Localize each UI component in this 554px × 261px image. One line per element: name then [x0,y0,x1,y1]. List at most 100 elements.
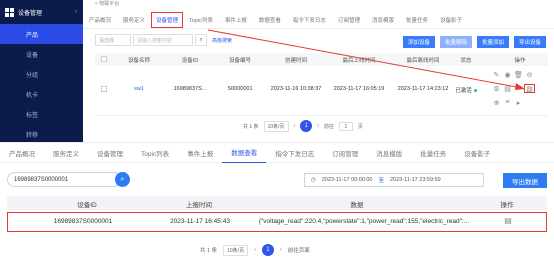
col-report-time: 上报时间 [186,202,212,209]
tab-product-overview[interactable]: 产品概况 [0,143,44,163]
play-icon[interactable]: ▸ [513,98,524,107]
sidebar-item-device[interactable]: 设备 [0,44,83,64]
tab-product-overview[interactable]: 产品概况 [83,16,117,24]
next-page-icon[interactable]: › [317,123,319,129]
date-to[interactable]: 2023-11-17 23:59:59 [390,177,441,183]
tab-subscription[interactable]: 订阅管理 [332,16,366,24]
tab-topic-list[interactable]: Topic列表 [183,16,219,24]
batch-delete-button[interactable]: 批量删除 [439,36,472,48]
goto-label: 前往 [323,123,334,130]
list-icon[interactable]: ≡ [502,98,513,107]
view-icon[interactable]: ◉ [502,70,513,79]
tab-topic-list[interactable]: Topic列表 [132,143,178,163]
tab-device-shadow[interactable]: 设备影子 [455,143,499,163]
advanced-search-link[interactable]: 高级搜索 [212,37,232,44]
sidebar-item-card[interactable]: 机卡 [0,84,83,104]
disable-icon[interactable]: ⊖ [524,70,535,79]
data-view-icon[interactable]: ▧ [524,84,535,93]
tab-message-template[interactable]: 消息模版 [367,143,411,163]
bottom-tabs: 产品概况 服务定义 设备管理 Topic列表 事件上报 数据查看 指令下发日志 … [0,143,554,163]
col-device-name: 设备名称 [127,57,150,64]
add-device-button[interactable]: 添加设备 [402,36,435,48]
col-device-id: 设备ID [181,57,199,64]
offline-time: 2023-11-17 14:23:12 [397,86,449,92]
tab-data-view[interactable]: 数据查看 [222,143,267,163]
tab-command-log[interactable]: 指令下发日志 [287,16,332,24]
export-device-button[interactable]: 导出设备 [513,36,546,48]
report-data: {"voltage_read":220.4,"powerstate":1,"po… [258,218,470,225]
tab-data-view[interactable]: 数据查看 [253,16,287,24]
select-all-checkbox[interactable] [101,55,107,64]
tab-device-shadow[interactable]: 设备影子 [434,16,468,24]
page-size-select[interactable]: 10条/页 [223,244,249,256]
tab-device-management[interactable]: 设备管理 [88,143,132,163]
tab-device-management[interactable]: 设备管理 [151,11,184,28]
device-search: 16989837S0000001 ⌕ [7,172,130,187]
col-actions: 操作 [514,57,526,64]
batch-add-button[interactable]: 批量添加 [476,36,509,48]
device-id: 16989837S0000001 [53,218,113,225]
row-operations: ✎ ◉ 🗑 ⊖ ⚙ ▤ ⌖ ▧ ⊕ ≡ ▸ [491,70,535,107]
col-device-number: 设备编号 [228,57,251,64]
settings-icon[interactable]: ⚙ [491,84,502,93]
online-time: 2023-11-17 16:05:19 [333,86,385,92]
tab-event-report[interactable]: 事件上报 [178,143,222,163]
search-icon[interactable]: ⌕ [195,34,207,46]
search-input[interactable]: 请输入搜索内容 [133,34,193,46]
page-number[interactable]: 1 [300,120,313,132]
device-id: 16989837S... [173,86,207,92]
col-data: 数据 [350,202,364,209]
blank-icon [524,98,535,107]
bottom-panel: 产品概况 服务定义 设备管理 Topic列表 事件上报 数据查看 指令下发日志 … [0,142,554,261]
date-range-picker[interactable]: ◷ 2023-11-17 00:00:00 至 2023-11-17 23:59… [304,173,484,187]
top-panel: 设备管理 ‹ 产品 设备 分组 机卡 标签 转移 < 物联平台 产品概况 服务定… [0,0,554,142]
add-circle-icon[interactable]: ⊕ [491,98,502,107]
date-from[interactable]: 2023-11-17 00:00:00 [322,177,373,183]
goto-label: 前往页面 [287,248,310,254]
filter-select[interactable]: 请选择 [95,34,131,46]
tab-batch-task[interactable]: 批量任务 [400,16,434,24]
sidebar-item-product[interactable]: 产品 [0,24,83,44]
tab-message-template[interactable]: 消息模版 [366,16,400,24]
device-name-link[interactable]: sw1 [119,86,159,92]
command-icon[interactable]: ⌖ [513,84,524,93]
page-number[interactable]: 1 [261,244,274,256]
row-checkbox[interactable] [101,86,107,94]
tab-batch-task[interactable]: 批量任务 [411,143,455,163]
delete-icon[interactable]: 🗑 [513,70,524,79]
sidebar-header[interactable]: 设备管理 ‹ [0,0,83,24]
grid-icon [5,7,14,17]
tab-service-definition[interactable]: 服务定义 [117,16,151,24]
sidebar-item-transfer[interactable]: 转移 [0,124,83,144]
col-last-online: 最后上线时间 [342,57,376,64]
table-row: sw1 16989837S... S0000001 2023-11-16 10:… [95,66,548,116]
export-data-button[interactable]: 导出数据 [503,173,547,188]
device-id-input[interactable]: 16989837S0000001 [7,172,117,187]
total-count: 共 1 条 [243,123,259,130]
next-page-icon[interactable]: › [280,247,282,253]
top-pagination: 共 1 条 10条/页 ‹ 1 › 前往 1 页 [243,120,363,132]
tab-command-log[interactable]: 指令下发日志 [266,143,323,163]
search-icon[interactable]: ⌕ [115,172,130,187]
goto-input[interactable]: 1 [338,121,353,131]
sidebar-item-group[interactable]: 分组 [0,64,83,84]
chevron-left-icon[interactable]: ‹ [75,9,77,15]
main-top: < 物联平台 产品概况 服务定义 设备管理 Topic列表 事件上报 数据查看 … [83,0,554,142]
tab-subscription[interactable]: 订阅管理 [323,143,367,163]
prev-page-icon[interactable]: ‹ [254,247,256,253]
document-icon[interactable]: ▤ [502,84,513,93]
col-device-id: 设备ID [77,202,97,209]
detail-icon[interactable]: ▤ [503,216,513,225]
tab-service-definition[interactable]: 服务定义 [44,143,88,163]
edit-icon[interactable]: ✎ [491,70,502,79]
prev-page-icon[interactable]: ‹ [294,123,296,129]
table-row: 16989837S0000001 2023-11-17 16:45:43 {"v… [7,212,547,232]
breadcrumb[interactable]: < 物联平台 [95,0,119,7]
status-dot-icon [473,89,477,93]
tab-event-report[interactable]: 事件上报 [219,16,253,24]
filter-row: 请选择 请输入搜索内容 ⌕ 高级搜索 [95,33,232,47]
status-badge: 已激活 [451,86,481,94]
sidebar-item-tag[interactable]: 标签 [0,104,83,124]
page-size-select[interactable]: 10条/页 [263,120,289,132]
clock-icon: ◷ [311,177,316,183]
